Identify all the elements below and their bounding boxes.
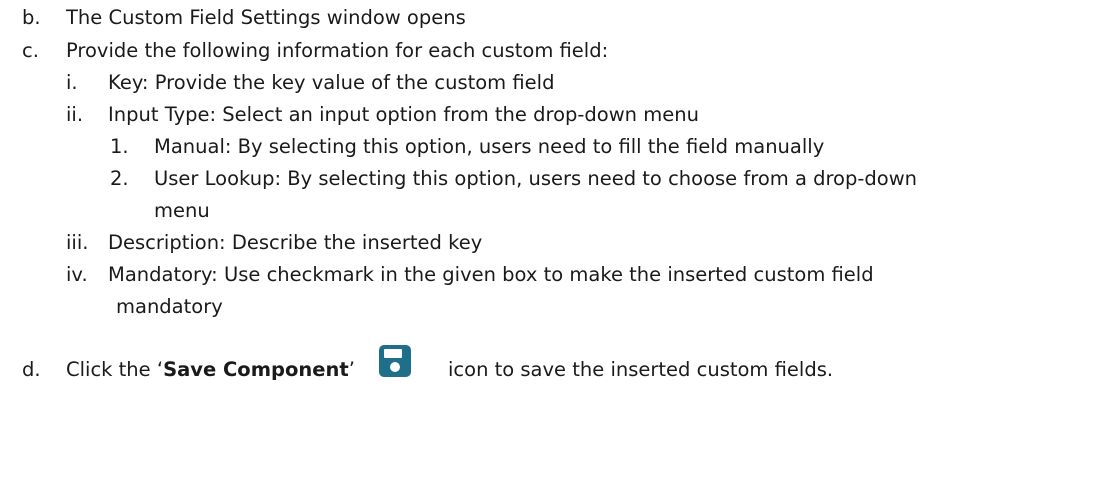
list-item-d: d. Click the ‘Save Component’ icon to sa… xyxy=(22,358,1102,382)
list-text: Manual: By selecting this option, users … xyxy=(154,135,825,158)
list-text: Mandatory: Use checkmark in the given bo… xyxy=(108,263,874,286)
list-text: menu xyxy=(154,199,210,222)
floppy-disk-icon xyxy=(378,344,412,378)
list-text-suffix: ’ xyxy=(348,358,355,381)
list-marker: ii. xyxy=(66,103,84,126)
list-text: Input Type: Select an input option from … xyxy=(108,103,699,126)
list-text-after-icon: icon to save the inserted custom fields. xyxy=(448,358,834,381)
list-text: Description: Describe the inserted key xyxy=(108,231,483,254)
list-text: mandatory xyxy=(116,295,223,318)
list-text: Key: Provide the key value of the custom… xyxy=(108,71,555,94)
list-text-prefix: Click the ‘ xyxy=(66,358,164,381)
list-marker: iii. xyxy=(66,231,89,254)
list-marker: d. xyxy=(22,358,41,381)
instruction-document: b. The Custom Field Settings window open… xyxy=(0,0,1114,477)
list-marker: iv. xyxy=(66,263,88,286)
list-marker: b. xyxy=(22,6,41,29)
list-marker: i. xyxy=(66,71,78,94)
list-text: User Lookup: By selecting this option, u… xyxy=(154,167,918,190)
list-text: Provide the following information for ea… xyxy=(66,39,609,62)
list-text: The Custom Field Settings window opens xyxy=(66,6,466,29)
save-component-label: Save Component xyxy=(163,358,349,381)
list-marker: 2. xyxy=(110,167,129,190)
list-marker: 1. xyxy=(110,135,129,158)
list-text-d: Click the ‘Save Component’ xyxy=(66,358,355,382)
list-marker: c. xyxy=(22,39,39,62)
